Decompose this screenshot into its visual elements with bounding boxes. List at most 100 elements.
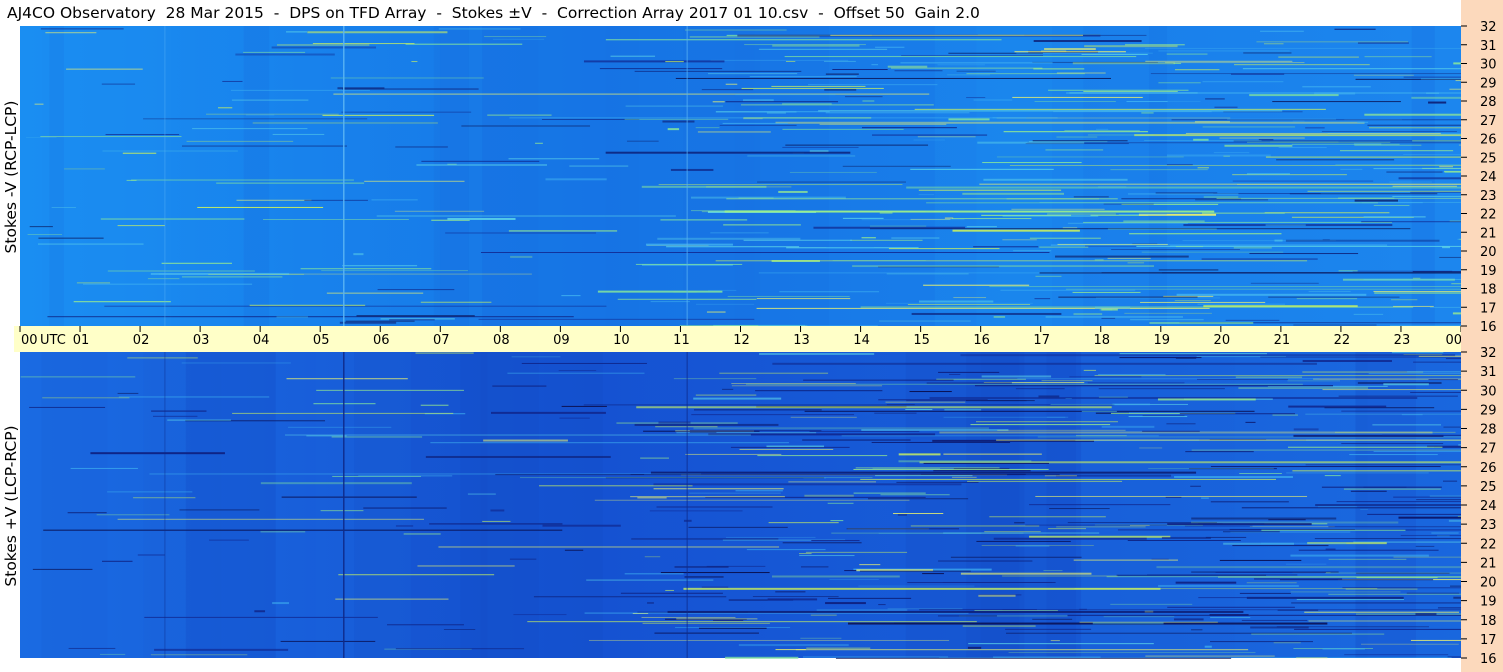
heatmap-streak [1451, 283, 1461, 285]
heatmap-streak [871, 64, 879, 66]
heatmap-streak [272, 602, 289, 605]
heatmap-streak [982, 162, 1082, 164]
heatmap-streak [137, 554, 165, 556]
heatmap-streak [901, 55, 1044, 57]
heatmap-streak [411, 61, 418, 63]
heatmap-streak [364, 180, 465, 182]
frequency-tick-label: 20 [1480, 576, 1497, 591]
heatmap-streak [513, 614, 567, 616]
heatmap-streak [1258, 139, 1274, 141]
heatmap-streak [339, 321, 397, 324]
heatmap-streak [1201, 497, 1209, 499]
heatmap-streak [740, 104, 934, 106]
heatmap-streak [707, 289, 737, 291]
heatmap-streak [312, 43, 415, 45]
heatmap-streak [1110, 603, 1193, 605]
heatmap-streak [1292, 470, 1461, 472]
heatmap-streak [1124, 44, 1185, 46]
heatmap-streak [395, 648, 525, 650]
heatmap-streak [1233, 247, 1272, 249]
heatmap-streak [799, 553, 812, 555]
frequency-tick-label: 18 [1480, 614, 1497, 629]
heatmap-streak [635, 263, 743, 265]
time-tick-label: 17 [1033, 333, 1050, 348]
heatmap-streak [610, 55, 656, 57]
heatmap-streak [1450, 585, 1461, 587]
heatmap-streak [685, 453, 782, 455]
heatmap-streak [636, 406, 1112, 409]
heatmap-streak [1339, 150, 1454, 152]
heatmap-streak [800, 566, 829, 568]
heatmap-streak [844, 570, 857, 572]
heatmap-streak [490, 509, 505, 512]
heatmap-streak [936, 378, 1026, 380]
heatmap-streak [1141, 251, 1284, 253]
time-tick-label: 01 [73, 333, 90, 348]
heatmap-streak [947, 74, 991, 76]
heatmap-streak [804, 410, 1255, 412]
heatmap-streak [918, 194, 935, 196]
heatmap-streak [695, 127, 720, 129]
heatmap-streak [583, 404, 1115, 406]
heatmap-streak [913, 139, 945, 141]
heatmap-streak [800, 637, 842, 639]
heatmap-streak [1029, 535, 1171, 538]
heatmap-streak [803, 656, 949, 658]
heatmap-streak [1044, 48, 1096, 51]
heatmap-streak [371, 199, 418, 201]
heatmap-streak [962, 192, 1065, 195]
heatmap-streak [605, 39, 1002, 41]
heatmap-streak [1134, 134, 1461, 137]
heatmap-streak [968, 643, 1154, 645]
heatmap-streak [874, 412, 917, 414]
time-tick-label: 04 [253, 333, 270, 348]
heatmap-streak [1144, 140, 1262, 142]
heatmap-streak [599, 68, 723, 70]
heatmap-streak [507, 372, 645, 374]
heatmap-streak [1013, 250, 1052, 252]
heatmap-streak [938, 560, 1033, 562]
heatmap-streak [660, 219, 748, 221]
heatmap-streak [1389, 181, 1432, 183]
heatmap-streak [1363, 216, 1426, 218]
heatmap-streak [713, 619, 744, 621]
heatmap-streak [896, 481, 979, 483]
heatmap-streak [161, 262, 232, 264]
heatmap-streak [992, 117, 1027, 119]
heatmap-streak [996, 156, 1184, 158]
heatmap-streak [1341, 443, 1444, 445]
heatmap-streak [1184, 525, 1253, 527]
heatmap-vertical-artifact [343, 352, 345, 658]
heatmap-vertical-artifact [343, 26, 345, 326]
heatmap-streak [1272, 414, 1298, 416]
heatmap-streak [778, 190, 808, 193]
time-unit-label: UTC [40, 333, 66, 348]
heatmap-streak [1373, 450, 1461, 452]
heatmap-streak [1238, 387, 1369, 389]
heatmap-streak [276, 44, 370, 46]
heatmap-streak [667, 610, 1244, 613]
heatmap-streak [338, 574, 495, 576]
heatmap-streak [320, 510, 364, 512]
heatmap-streak [545, 178, 607, 181]
heatmap-streak [922, 573, 944, 575]
heatmap-streak [825, 112, 970, 114]
heatmap-streak [1174, 476, 1293, 479]
heatmap-streak [236, 199, 312, 201]
heatmap-streak [756, 298, 851, 300]
heatmap-streak [790, 416, 857, 418]
heatmap-streak [650, 471, 1197, 474]
heatmap-streak [420, 404, 449, 406]
heatmap-streak [967, 480, 1123, 482]
heatmap-streak [66, 68, 143, 70]
heatmap-streak [1421, 78, 1461, 80]
heatmap-streak [286, 378, 408, 380]
heatmap-streak [1357, 121, 1369, 123]
heatmap-streak [1429, 306, 1461, 308]
heatmap-streak [1084, 45, 1178, 48]
heatmap-streak [744, 44, 866, 46]
heatmap-streak [1150, 73, 1461, 75]
heatmap-streak [1232, 180, 1374, 182]
heatmap-streak [977, 141, 1085, 144]
heatmap-streak [363, 507, 447, 509]
